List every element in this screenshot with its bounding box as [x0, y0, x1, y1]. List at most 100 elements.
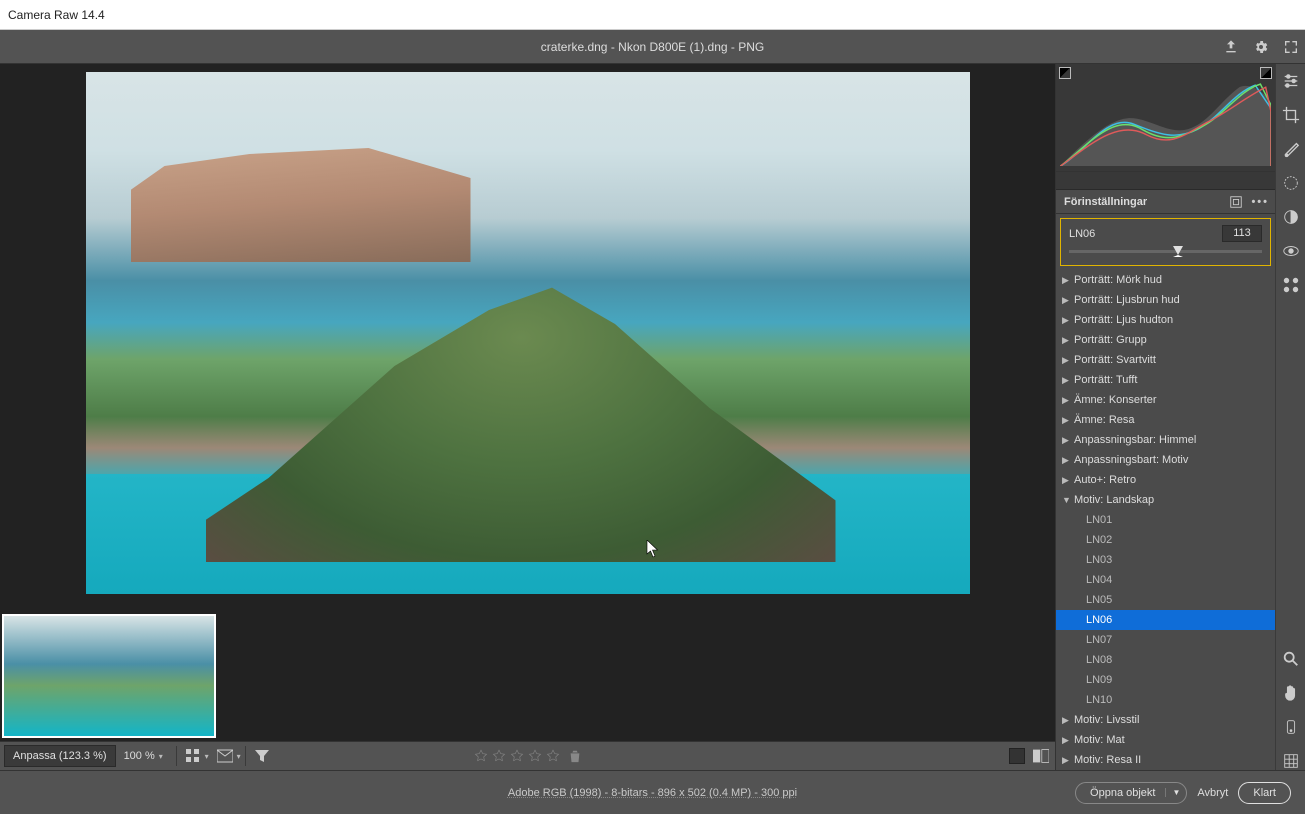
radial-gradient-icon[interactable] — [1282, 174, 1300, 192]
output-profile-link[interactable]: Adobe RGB (1998) - 8-bitars - 896 x 502 … — [508, 787, 797, 799]
preset-item-label: LN09 — [1086, 674, 1112, 686]
preset-group-row[interactable]: ▶Porträtt: Tufft — [1056, 370, 1275, 390]
preset-group-row[interactable]: ▶Porträtt: Ljus hudton — [1056, 310, 1275, 330]
preset-group-row[interactable]: ▶Anpassningsbar: Himmel — [1056, 430, 1275, 450]
shadow-clip-warning-icon[interactable] — [1059, 67, 1071, 79]
star-icon[interactable] — [546, 749, 560, 763]
preset-group-row[interactable]: ▶Porträtt: Svartvitt — [1056, 350, 1275, 370]
preset-item-label: LN07 — [1086, 634, 1112, 646]
fullscreen-icon[interactable] — [1283, 39, 1299, 55]
star-icon[interactable] — [510, 749, 524, 763]
filmstrip — [0, 606, 1055, 741]
filmstrip-thumbnail[interactable] — [2, 614, 216, 738]
histogram[interactable] — [1056, 64, 1275, 172]
image-region — [206, 282, 836, 562]
preset-group-row[interactable]: ▶Porträtt: Mörk hud — [1056, 270, 1275, 290]
compare-view-icon[interactable] — [1033, 748, 1049, 764]
image-preview[interactable] — [86, 72, 970, 594]
gear-icon[interactable] — [1253, 39, 1269, 55]
preset-group-row[interactable]: ▼Motiv: Landskap — [1056, 490, 1275, 510]
preset-item-row[interactable]: LN02 — [1056, 530, 1275, 550]
cursor-icon — [646, 540, 660, 558]
hand-tool-icon[interactable] — [1282, 684, 1300, 702]
panel-menu-icon[interactable]: ••• — [1251, 196, 1269, 208]
done-button[interactable]: Klart — [1238, 782, 1291, 804]
mask-icon[interactable] — [1282, 208, 1300, 226]
mail-icon[interactable] — [217, 748, 233, 764]
new-preset-icon[interactable] — [1229, 195, 1243, 209]
preset-amount-label: LN06 — [1069, 228, 1095, 240]
preset-item-label: LN01 — [1086, 514, 1112, 526]
separator — [176, 746, 177, 766]
preset-group-label: Porträtt: Ljusbrun hud — [1074, 294, 1180, 306]
histogram-graph — [1060, 82, 1271, 166]
presets-grid-icon[interactable] — [1282, 276, 1300, 294]
star-icon[interactable] — [528, 749, 542, 763]
rating-stars — [474, 749, 582, 763]
cancel-button[interactable]: Avbryt — [1197, 787, 1228, 799]
grid-tool-icon[interactable] — [1282, 752, 1300, 770]
app-title: Camera Raw 14.4 — [8, 8, 105, 22]
preset-item-row[interactable]: LN05 — [1056, 590, 1275, 610]
preset-amount-input[interactable]: 113 — [1222, 225, 1262, 242]
disclosure-arrow-icon: ▶ — [1062, 375, 1072, 386]
image-region — [4, 616, 104, 656]
star-icon[interactable] — [474, 749, 488, 763]
preset-amount-slider[interactable] — [1069, 250, 1262, 253]
preset-group-row[interactable]: ▶Porträtt: Grupp — [1056, 330, 1275, 350]
disclosure-arrow-icon: ▶ — [1062, 735, 1072, 746]
panel-divider — [1056, 172, 1275, 190]
preset-item-row[interactable]: LN07 — [1056, 630, 1275, 650]
disclosure-arrow-icon: ▶ — [1062, 315, 1072, 326]
preset-group-row[interactable]: ▶Motiv: Mat — [1056, 730, 1275, 750]
trash-icon[interactable] — [568, 749, 582, 763]
highlight-clip-warning-icon[interactable] — [1260, 67, 1272, 79]
preset-list[interactable]: ▶Porträtt: Mörk hud▶Porträtt: Ljusbrun h… — [1056, 270, 1275, 770]
preset-item-label: LN04 — [1086, 574, 1112, 586]
sampler-tool-icon[interactable] — [1282, 718, 1300, 736]
image-region — [131, 142, 471, 262]
chevron-down-icon[interactable]: ▼ — [1165, 788, 1180, 797]
preset-item-row[interactable]: LN06 — [1056, 610, 1275, 630]
preset-item-label: LN08 — [1086, 654, 1112, 666]
disclosure-arrow-icon: ▶ — [1062, 295, 1072, 306]
filter-icon[interactable] — [254, 748, 270, 764]
share-export-icon[interactable] — [1223, 39, 1239, 55]
preset-item-label: LN10 — [1086, 694, 1112, 706]
preset-item-row[interactable]: LN10 — [1056, 690, 1275, 710]
chevron-down-icon[interactable]: ▾ — [237, 752, 241, 761]
slider-thumb-icon[interactable] — [1173, 246, 1183, 257]
button-label: Öppna objekt — [1090, 787, 1155, 799]
zoom-tool-icon[interactable] — [1282, 650, 1300, 668]
preset-group-label: Anpassningsbart: Motiv — [1074, 454, 1188, 466]
viewport[interactable] — [0, 64, 1055, 606]
star-icon[interactable] — [492, 749, 506, 763]
preset-group-row[interactable]: ▶Motiv: Resa II — [1056, 750, 1275, 770]
preset-item-row[interactable]: LN09 — [1056, 670, 1275, 690]
grid-view-icon[interactable] — [185, 748, 201, 764]
single-view-icon[interactable] — [1009, 748, 1025, 764]
redeye-icon[interactable] — [1282, 242, 1300, 260]
disclosure-arrow-icon: ▶ — [1062, 415, 1072, 426]
preset-group-label: Motiv: Mat — [1074, 734, 1125, 746]
preset-item-row[interactable]: LN04 — [1056, 570, 1275, 590]
preset-group-row[interactable]: ▶Auto+: Retro — [1056, 470, 1275, 490]
fit-zoom-button[interactable]: Anpassa (123.3 %) — [4, 745, 116, 767]
preset-item-row[interactable]: LN08 — [1056, 650, 1275, 670]
preset-group-row[interactable]: ▶Ämne: Konserter — [1056, 390, 1275, 410]
chevron-down-icon[interactable]: ▾ — [205, 752, 209, 761]
crop-icon[interactable] — [1282, 106, 1300, 124]
preset-group-row[interactable]: ▶Porträtt: Ljusbrun hud — [1056, 290, 1275, 310]
open-object-button[interactable]: Öppna objekt ▼ — [1075, 782, 1187, 804]
preset-group-row[interactable]: ▶Anpassningsbart: Motiv — [1056, 450, 1275, 470]
preset-item-row[interactable]: LN03 — [1056, 550, 1275, 570]
edit-sliders-icon[interactable] — [1282, 72, 1300, 90]
zoom-level-select[interactable]: 100 % — [120, 745, 172, 767]
healing-brush-icon[interactable] — [1282, 140, 1300, 158]
preset-group-row[interactable]: ▶Motiv: Livsstil — [1056, 710, 1275, 730]
document-title: craterke.dng - Nkon D800E (1).dng - PNG — [541, 40, 764, 54]
preset-group-row[interactable]: ▶Ämne: Resa — [1056, 410, 1275, 430]
preset-item-row[interactable]: LN01 — [1056, 510, 1275, 530]
preset-group-label: Porträtt: Ljus hudton — [1074, 314, 1173, 326]
image-region — [4, 656, 164, 726]
